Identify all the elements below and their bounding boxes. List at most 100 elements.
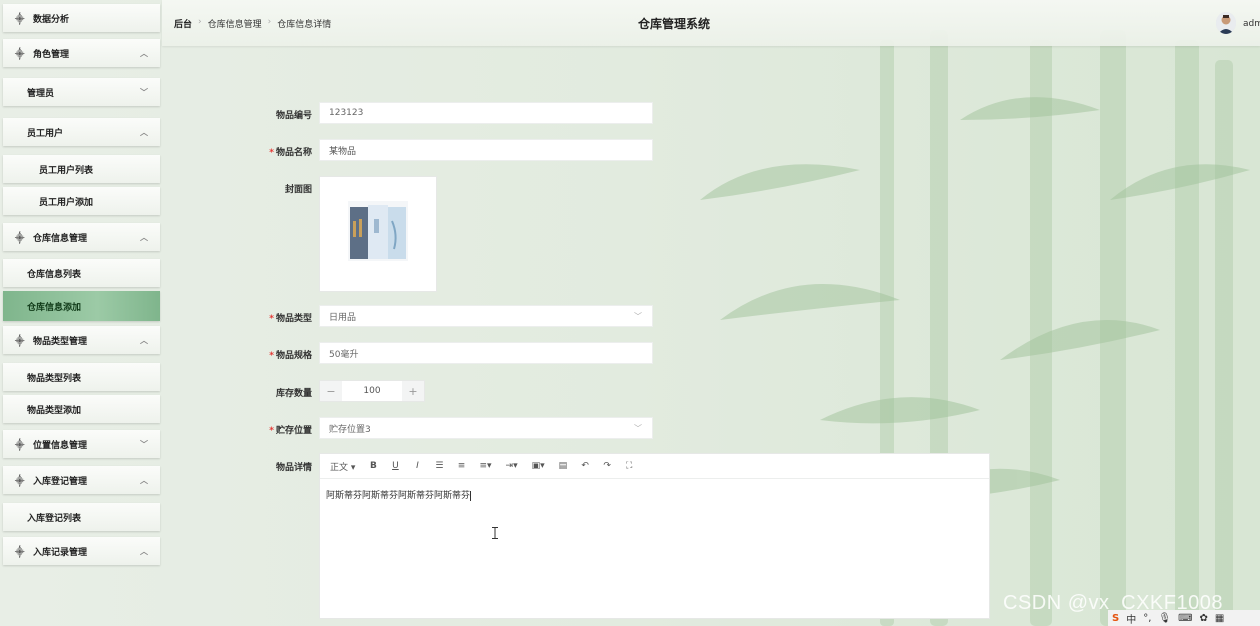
decrement-button[interactable]: −: [320, 381, 342, 401]
fullscreen-icon[interactable]: ⛶: [625, 461, 633, 471]
text-caret: [470, 490, 472, 501]
chevron-down-icon: ﹀: [140, 87, 148, 97]
chevron-down-icon: ﹀: [140, 439, 148, 449]
stock-label: 库存数量: [275, 389, 312, 399]
breadcrumb-separator: ›: [267, 17, 272, 27]
stock-stepper: − 100 +: [319, 380, 425, 402]
sidebar-item-label: 员工用户: [27, 128, 64, 139]
image-icon[interactable]: ▣▾: [532, 461, 545, 471]
input-language[interactable]: 中: [1126, 611, 1136, 626]
breadcrumb-home[interactable]: 后台: [174, 17, 192, 30]
sidebar-item-label: 管理员: [27, 88, 55, 99]
rich-text-editor: 正文 ▾ B U I ☰ ≡ ≡▾ ⇥▾ ▣▾ ▤ ↶ ↷ ⛶ 阿斯蒂芬阿斯蒂芬…: [319, 453, 990, 619]
microphone-icon[interactable]: 🎙: [1158, 613, 1171, 624]
sidebar-item-label: 入库记录管理: [33, 547, 88, 558]
sidebar-item-label: 员工用户添加: [39, 197, 94, 208]
tree-icon: ⸎: [15, 336, 25, 347]
chevron-up-icon: ︿: [140, 335, 148, 345]
bold-button[interactable]: B: [369, 461, 377, 471]
tree-icon: ⸎: [15, 49, 25, 60]
sidebar-item-label: 入库登记列表: [27, 513, 82, 524]
item-name-label: * 物品名称: [269, 148, 312, 158]
paragraph-dropdown[interactable]: 正文 ▾: [330, 460, 355, 473]
sidebar: ⸎ 数据分析 ⸎ 角色管理 ︿ 管理员 ﹀ 员工用户 ︿ 员工用户列表 员工用户…: [0, 0, 162, 572]
tree-icon: ⸎: [15, 14, 25, 25]
increment-button[interactable]: +: [402, 381, 424, 401]
required-mark: *: [269, 314, 274, 324]
breadcrumb: 后台 › 仓库信息管理 › 仓库信息详情: [174, 17, 331, 30]
punctuation-mode[interactable]: °,: [1143, 613, 1151, 624]
ibeam-cursor-icon: [492, 527, 498, 539]
cover-label: 封面图: [284, 185, 312, 195]
tree-icon: ⸎: [15, 233, 25, 244]
chevron-up-icon: ︿: [140, 546, 148, 556]
item-no-label: 物品编号: [275, 111, 312, 121]
divider-icon[interactable]: ▤: [559, 461, 568, 471]
align-dropdown[interactable]: ≡▾: [479, 461, 491, 471]
underline-button[interactable]: U: [391, 461, 399, 471]
italic-button[interactable]: I: [413, 461, 421, 471]
required-mark: *: [269, 148, 274, 158]
editor-toolbar: 正文 ▾ B U I ☰ ≡ ≡▾ ⇥▾ ▣▾ ▤ ↶ ↷ ⛶: [320, 454, 989, 479]
location-select[interactable]: 贮存位置3 ﹀: [319, 417, 653, 439]
editor-content[interactable]: 阿斯蒂芬阿斯蒂芬阿斯蒂芬阿斯蒂芬: [320, 479, 989, 510]
item-type-select[interactable]: 日用品 ﹀: [319, 305, 653, 327]
chevron-up-icon: ︿: [140, 127, 148, 137]
undo-icon[interactable]: ↶: [581, 461, 589, 471]
chevron-up-icon: ︿: [140, 48, 148, 58]
skin-icon[interactable]: ✿: [1200, 613, 1208, 624]
tree-icon: ⸎: [15, 440, 25, 451]
sidebar-item-label: 物品类型管理: [33, 336, 88, 347]
system-title: 仓库管理系统: [638, 17, 711, 31]
sidebar-item-item-type-add[interactable]: 物品类型添加: [3, 395, 160, 423]
breadcrumb-separator: ›: [198, 17, 202, 27]
redo-icon[interactable]: ↷: [603, 461, 611, 471]
sidebar-item-admin[interactable]: 管理员 ﹀: [3, 78, 160, 106]
user-avatar-icon: [1216, 12, 1236, 34]
sidebar-item-label: 员工用户列表: [39, 165, 94, 176]
sidebar-item-warehouse-management[interactable]: ⸎ 仓库信息管理 ︿: [3, 223, 160, 251]
sidebar-item-role-management[interactable]: ⸎ 角色管理 ︿: [3, 39, 160, 67]
sidebar-item-inbound-registration-list[interactable]: 入库登记列表: [3, 503, 160, 531]
sidebar-item-warehouse-list[interactable]: 仓库信息列表: [3, 259, 160, 287]
numbered-list-icon[interactable]: ≡: [457, 461, 466, 471]
breadcrumb-warehouse-management[interactable]: 仓库信息管理: [208, 17, 262, 30]
sidebar-item-label: 物品类型添加: [27, 405, 82, 416]
sidebar-item-label: 入库登记管理: [33, 476, 88, 487]
avatar[interactable]: [1216, 12, 1236, 34]
breadcrumb-current: 仓库信息详情: [277, 20, 332, 30]
sidebar-item-label: 仓库信息列表: [27, 269, 82, 280]
location-label: * 贮存位置: [269, 426, 312, 436]
sidebar-item-staff-user-list[interactable]: 员工用户列表: [3, 155, 160, 183]
sidebar-item-label: 物品类型列表: [27, 373, 82, 384]
item-no-input[interactable]: 123123: [319, 102, 653, 124]
sidebar-item-inbound-record-management[interactable]: ⸎ 入库记录管理 ︿: [3, 537, 160, 565]
sidebar-item-data-analysis[interactable]: ⸎ 数据分析: [3, 4, 160, 32]
spec-input[interactable]: 50毫升: [319, 342, 653, 364]
username[interactable]: adm: [1243, 19, 1260, 29]
top-header: 后台 › 仓库信息管理 › 仓库信息详情 仓库管理系统 adm: [162, 0, 1260, 46]
stock-value[interactable]: 100: [342, 386, 402, 396]
detail-label: 物品详情: [275, 463, 312, 473]
chevron-down-icon: ﹀: [634, 312, 642, 321]
item-type-label: * 物品类型: [269, 314, 312, 324]
required-mark: *: [269, 426, 274, 436]
sidebar-item-label: 角色管理: [33, 49, 70, 60]
chevron-up-icon: ︿: [140, 475, 148, 485]
bullet-list-icon[interactable]: ☰: [435, 461, 443, 471]
required-mark: *: [269, 351, 274, 361]
cover-image-upload[interactable]: [319, 176, 437, 292]
sidebar-item-label: 仓库信息管理: [33, 233, 88, 244]
grid-icon[interactable]: ▦: [1215, 613, 1224, 624]
item-name-input[interactable]: 某物品: [319, 139, 653, 161]
indent-dropdown[interactable]: ⇥▾: [506, 461, 518, 471]
spec-label: * 物品规格: [269, 351, 312, 361]
product-image: [348, 201, 408, 261]
system-tray: S 中 °, 🎙 ⌨ ✿ ▦: [1108, 610, 1260, 626]
ime-icon[interactable]: S: [1112, 613, 1119, 624]
tree-icon: ⸎: [15, 547, 25, 558]
sidebar-item-staff-users[interactable]: 员工用户 ︿: [3, 118, 160, 146]
tree-icon: ⸎: [15, 476, 25, 487]
chevron-up-icon: ︿: [140, 232, 148, 242]
keyboard-icon[interactable]: ⌨: [1178, 613, 1192, 624]
